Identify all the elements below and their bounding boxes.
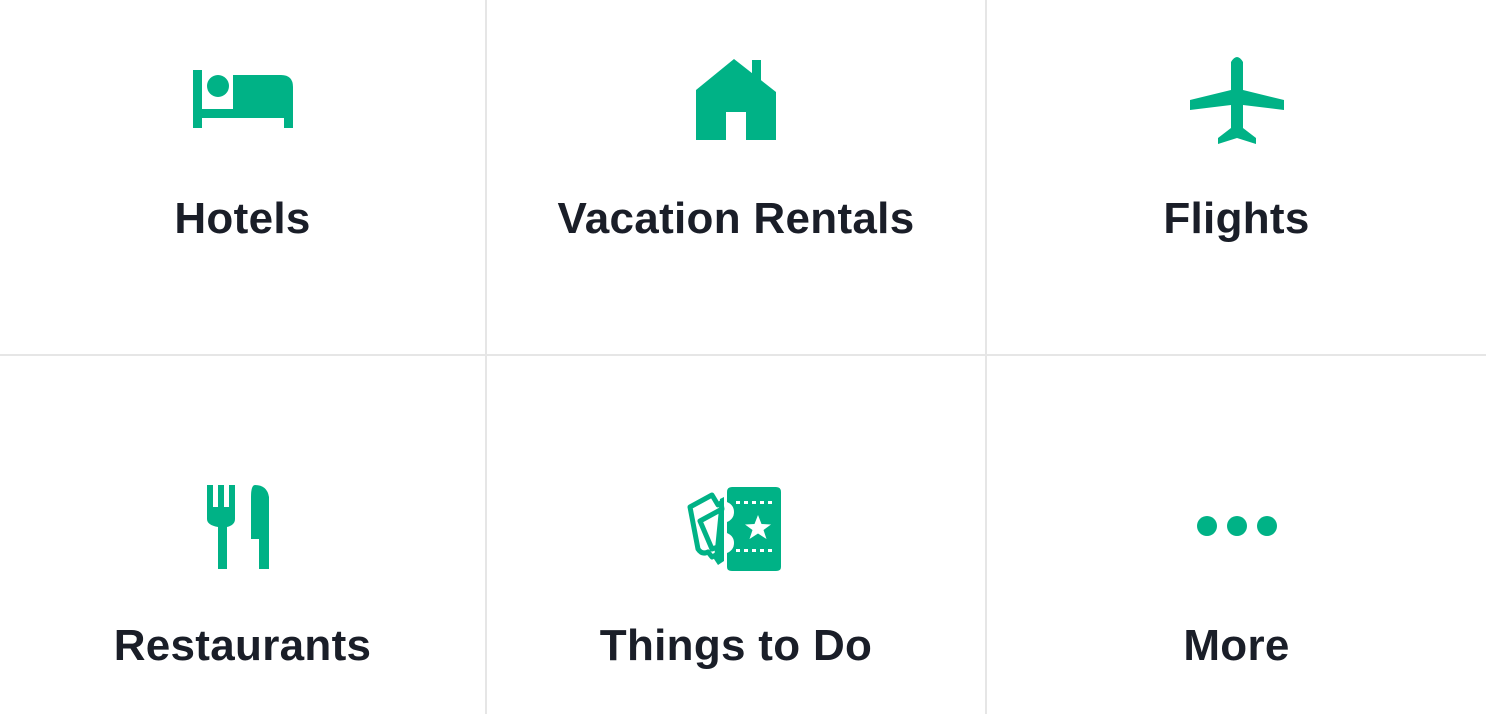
vacation-rentals-label: Vacation Rentals	[557, 194, 915, 243]
category-grid: Hotels Vacation Rentals Flights Restaura…	[0, 0, 1486, 714]
house-icon	[686, 50, 786, 150]
restaurants-label: Restaurants	[113, 621, 372, 670]
ticket-icon	[686, 477, 786, 577]
things-to-do-tile[interactable]: Things to Do	[487, 356, 987, 714]
restaurants-tile[interactable]: Restaurants	[0, 356, 487, 714]
vacation-rentals-tile[interactable]: Vacation Rentals	[487, 0, 987, 356]
flights-label: Flights	[1163, 194, 1310, 243]
airplane-icon	[1187, 50, 1287, 150]
flights-tile[interactable]: Flights	[987, 0, 1486, 356]
more-label: More	[1183, 621, 1290, 670]
more-dots-icon	[1187, 477, 1287, 577]
bed-icon	[192, 50, 293, 150]
hotels-tile[interactable]: Hotels	[0, 0, 487, 356]
things-to-do-label: Things to Do	[599, 621, 873, 670]
fork-knife-icon	[193, 477, 293, 577]
hotels-label: Hotels	[174, 194, 311, 243]
more-tile[interactable]: More	[987, 356, 1486, 714]
